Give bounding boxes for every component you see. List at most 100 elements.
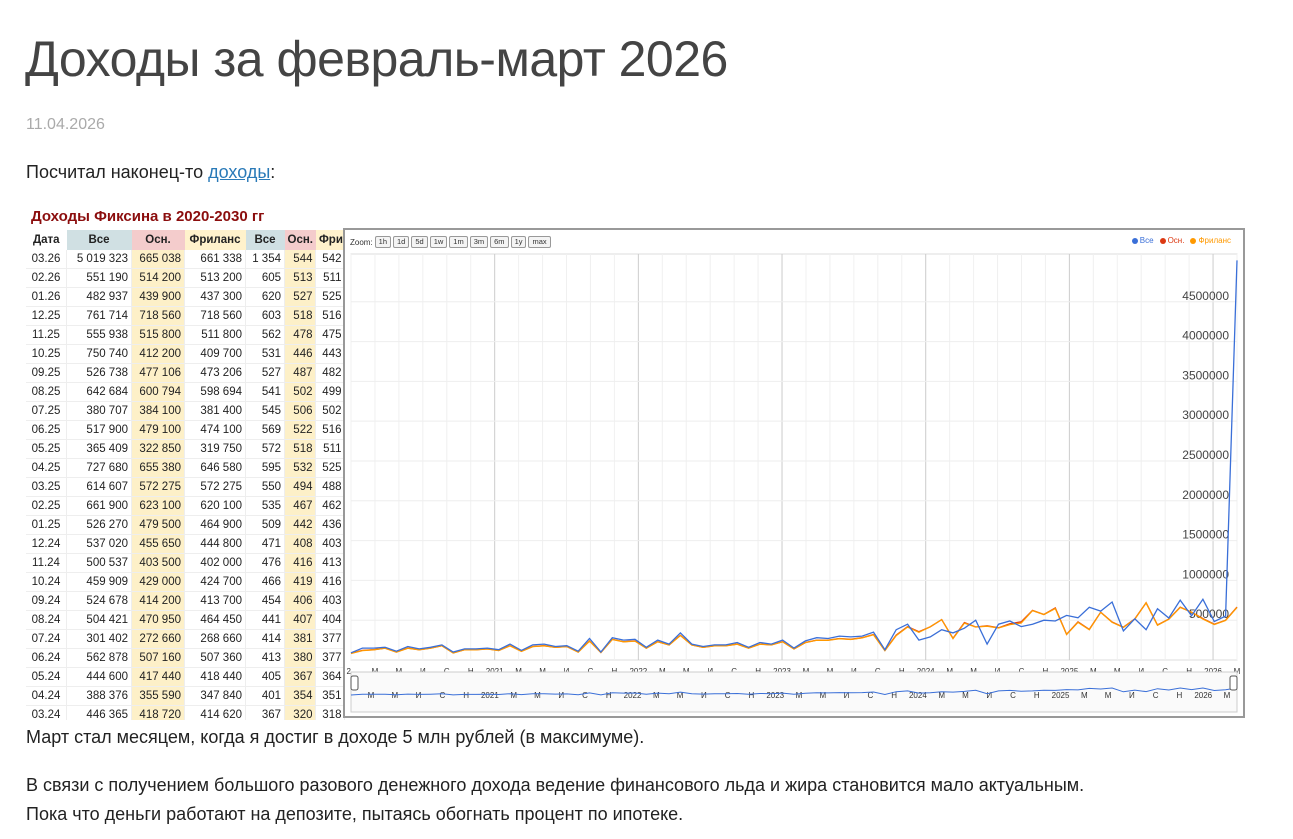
cell-osn-avg: 407 <box>284 610 317 630</box>
cell-freelance-avg: 364 <box>315 667 346 687</box>
cell-freelance-avg: 462 <box>315 496 346 516</box>
intro-text: Посчитал наконец-то <box>26 162 209 182</box>
cell-all-avg: 545 <box>245 401 285 421</box>
y-tick-label: 3000000 <box>1182 408 1229 422</box>
cell-osn-avg: 419 <box>284 572 317 592</box>
cell-all-avg: 595 <box>245 458 285 478</box>
cell-freelance: 424 700 <box>184 572 246 592</box>
intro-colon: : <box>270 162 276 182</box>
cell-date: 10.25 <box>26 344 67 364</box>
navigator-handle-left[interactable] <box>350 675 359 691</box>
table-body: 03.26 5 019 323 665 038 661 338 1 354 544 542 0… <box>26 250 346 720</box>
cell-date: 02.26 <box>26 268 67 288</box>
cell-freelance: 513 200 <box>184 268 246 288</box>
cell-all-avg: 367 <box>245 705 285 720</box>
cell-freelance-avg: 416 <box>315 572 346 592</box>
cell-all: 459 909 <box>66 572 132 592</box>
navigator-label: С <box>1010 691 1016 700</box>
cell-freelance-avg: 482 <box>315 363 346 383</box>
cell-freelance: 661 338 <box>184 250 246 269</box>
table-row: 03.24 446 365 418 720 414 620 367 320 318 <box>26 705 346 720</box>
cell-date: 08.24 <box>26 610 67 630</box>
y-tick-label: 1000000 <box>1182 567 1229 581</box>
cell-all-avg: 441 <box>245 610 285 630</box>
cell-osn-avg: 502 <box>284 382 317 402</box>
table-row: 04.24 388 376 355 590 347 840 401 354 351 <box>26 686 346 706</box>
plot-area <box>350 253 1238 661</box>
cell-freelance-avg: 318 <box>315 705 346 720</box>
cell-freelance-avg: 525 <box>315 458 346 478</box>
cell-freelance-avg: 436 <box>315 515 346 535</box>
cell-all: 388 376 <box>66 686 132 706</box>
cell-freelance: 464 450 <box>184 610 246 630</box>
cell-freelance: 347 840 <box>184 686 246 706</box>
cell-all-avg: 454 <box>245 591 285 611</box>
cell-freelance: 414 620 <box>184 705 246 720</box>
outro-line-1: В связи с получением большого разового д… <box>26 775 1085 795</box>
income-table: Дата Все Осн. Фриланс Все Осн. Фриланс 0… <box>26 230 346 720</box>
income-link[interactable]: доходы <box>208 162 270 182</box>
col-header-all: Все <box>66 230 132 250</box>
cell-freelance-avg: 516 <box>315 306 346 326</box>
cell-osn-avg: 416 <box>284 553 317 573</box>
y-tick-label: 1500000 <box>1182 528 1229 542</box>
navigator-label: М <box>1105 691 1112 700</box>
cell-osn-avg: 406 <box>284 591 317 611</box>
col-header-all-avg: Все <box>245 230 285 250</box>
cell-freelance: 511 800 <box>184 325 246 345</box>
navigator-label: Н <box>463 691 469 700</box>
cell-freelance: 572 275 <box>184 477 246 497</box>
cell-osn: 665 038 <box>131 250 185 269</box>
table-row: 03.25 614 607 572 275 572 275 550 494 488 <box>26 477 346 497</box>
cell-all-avg: 569 <box>245 420 285 440</box>
cell-freelance-avg: 511 <box>315 439 346 459</box>
table-row: 02.26 551 190 514 200 513 200 605 513 511 <box>26 268 346 288</box>
cell-osn-avg: 522 <box>284 420 317 440</box>
outro-paragraph-2: В связи с получением большого разового д… <box>26 771 1084 829</box>
cell-osn: 572 275 <box>131 477 185 497</box>
cell-freelance: 507 360 <box>184 648 246 668</box>
cell-freelance-avg: 404 <box>315 610 346 630</box>
cell-osn: 479 500 <box>131 515 185 535</box>
cell-osn-avg: 487 <box>284 363 317 383</box>
table-row: 08.25 642 684 600 794 598 694 541 502 499 <box>26 382 346 402</box>
cell-all: 761 714 <box>66 306 132 326</box>
navigator-handle-right[interactable] <box>1229 675 1238 691</box>
table-row: 12.24 537 020 455 650 444 800 471 408 403 <box>26 534 346 554</box>
cell-all-avg: 414 <box>245 629 285 649</box>
navigator-label: М <box>534 691 541 700</box>
cell-osn: 414 200 <box>131 591 185 611</box>
table-row: 11.25 555 938 515 800 511 800 562 478 475 <box>26 325 346 345</box>
cell-date: 07.25 <box>26 401 67 421</box>
navigator-label: Н <box>749 691 755 700</box>
cell-osn: 515 800 <box>131 325 185 345</box>
cell-osn: 455 650 <box>131 534 185 554</box>
spreadsheet-embed[interactable]: Доходы Фиксина в 2020-2030 гг Дата Все О… <box>26 204 1246 720</box>
navigator-label: Н <box>606 691 612 700</box>
cell-all: 380 707 <box>66 401 132 421</box>
cell-all: 526 738 <box>66 363 132 383</box>
table-row: 06.24 562 878 507 160 507 360 413 380 377 <box>26 648 346 668</box>
cell-osn: 439 900 <box>131 287 185 307</box>
income-chart[interactable]: Zoom: 1h 1d 5d 1w 1m 3m 6m 1y max Все Осн. Фрила… <box>343 228 1245 718</box>
cell-all: 517 900 <box>66 420 132 440</box>
cell-osn: 355 590 <box>131 686 185 706</box>
table-row: 12.25 761 714 718 560 718 560 603 518 516 <box>26 306 346 326</box>
cell-all: 444 600 <box>66 667 132 687</box>
cell-osn: 412 200 <box>131 344 185 364</box>
cell-all: 301 402 <box>66 629 132 649</box>
cell-all-avg: 541 <box>245 382 285 402</box>
cell-freelance: 464 900 <box>184 515 246 535</box>
cell-date: 06.24 <box>26 648 67 668</box>
cell-all-avg: 550 <box>245 477 285 497</box>
table-row: 04.25 727 680 655 380 646 580 595 532 525 <box>26 458 346 478</box>
cell-freelance-avg: 377 <box>315 648 346 668</box>
cell-all-avg: 509 <box>245 515 285 535</box>
cell-date: 03.26 <box>26 250 67 269</box>
cell-all-avg: 605 <box>245 268 285 288</box>
cell-osn: 384 100 <box>131 401 185 421</box>
cell-osn-avg: 518 <box>284 439 317 459</box>
cell-freelance: 473 206 <box>184 363 246 383</box>
cell-freelance-avg: 377 <box>315 629 346 649</box>
table-row: 03.26 5 019 323 665 038 661 338 1 354 544 542 <box>26 250 346 269</box>
